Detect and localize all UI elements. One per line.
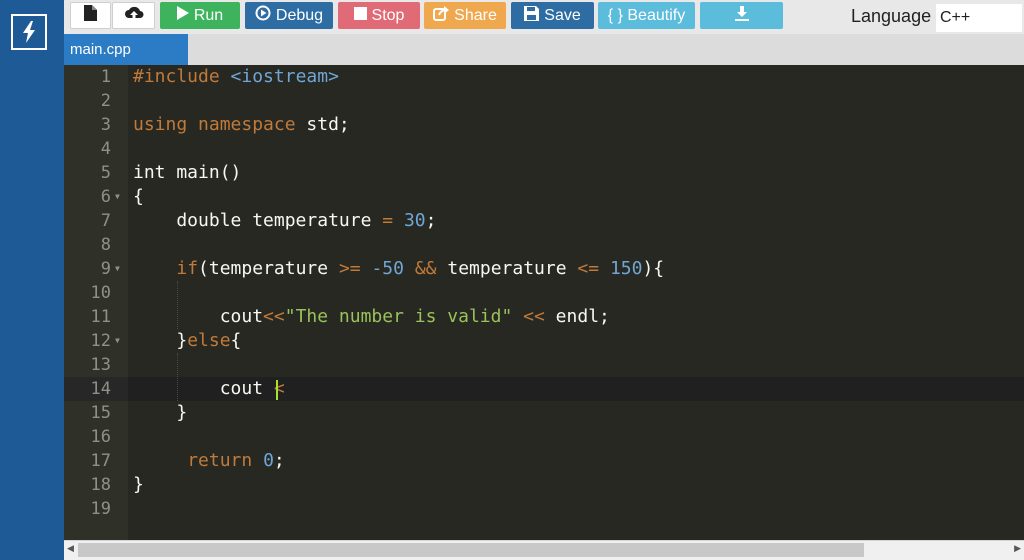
toolbar: Run Debug Stop Share Save { } Beautify L… xyxy=(64,0,1024,34)
share-icon xyxy=(433,5,450,26)
fold-arrow-icon[interactable]: ▼ xyxy=(115,329,120,353)
save-label: Save xyxy=(544,6,581,24)
code-line: if(temperature >= -50 && temperature <= … xyxy=(176,258,665,279)
scrollbar-thumb[interactable] xyxy=(78,543,864,557)
debug-icon xyxy=(255,5,271,26)
code-line: int main() xyxy=(133,162,242,183)
line-number: 17 xyxy=(90,451,111,471)
line-number: 12 xyxy=(90,331,111,351)
line-number: 3 xyxy=(100,115,111,135)
code-editor[interactable]: 1 2 3 4 5 6 7 8 9 10 11 12 13 14 15 16 1… xyxy=(64,65,1024,540)
line-number: 9 xyxy=(100,259,111,279)
left-rail xyxy=(0,0,64,560)
code-line: cout<<"The number is valid" << endl; xyxy=(133,306,610,327)
beautify-label: { } Beautify xyxy=(607,6,686,24)
fold-arrow-icon[interactable]: ▼ xyxy=(115,257,120,281)
download-icon xyxy=(734,5,749,26)
line-number: 13 xyxy=(90,355,111,375)
play-icon xyxy=(176,6,189,25)
file-tab-bar: main.cpp xyxy=(64,34,1024,65)
code-line: } xyxy=(133,402,188,423)
horizontal-scrollbar[interactable]: ◀ ▶ xyxy=(64,540,1024,560)
stop-button[interactable]: Stop xyxy=(338,2,420,29)
run-label: Run xyxy=(193,6,224,24)
stop-label: Stop xyxy=(371,6,405,24)
text-cursor xyxy=(276,380,278,400)
code-line: { xyxy=(133,186,144,207)
tab-label: main.cpp xyxy=(70,41,131,58)
line-number: 10 xyxy=(90,283,111,303)
code-line: double temperature = 30; xyxy=(133,210,437,231)
line-number: 14 xyxy=(90,379,111,399)
code-line: cout < xyxy=(133,378,285,399)
code-line: return 0; xyxy=(187,450,285,471)
scroll-left-arrow-icon[interactable]: ◀ xyxy=(67,543,74,554)
upload-button[interactable] xyxy=(112,2,155,29)
new-file-button[interactable] xyxy=(70,2,111,29)
new-file-icon xyxy=(84,5,97,26)
code-line: using namespace std; xyxy=(133,114,350,135)
upload-cloud-icon xyxy=(124,5,144,26)
code-line: }else{ xyxy=(133,330,242,351)
line-number: 1 xyxy=(100,67,111,87)
tab-main-cpp[interactable]: main.cpp xyxy=(64,34,188,65)
share-label: Share xyxy=(454,6,497,24)
save-button[interactable]: Save xyxy=(511,2,594,29)
lightning-logo-icon[interactable] xyxy=(11,14,47,50)
line-number: 11 xyxy=(90,307,111,327)
code-line: } xyxy=(133,474,144,495)
stop-icon xyxy=(353,6,367,25)
fold-arrow-icon[interactable]: ▼ xyxy=(115,185,120,209)
line-number: 7 xyxy=(100,211,111,231)
scroll-right-arrow-icon[interactable]: ▶ xyxy=(1014,543,1021,554)
debug-label: Debug xyxy=(275,6,324,24)
language-field[interactable] xyxy=(936,4,1022,32)
line-number: 15 xyxy=(90,403,111,423)
code-line: #include <iostream> xyxy=(133,66,339,87)
line-number: 2 xyxy=(100,91,111,111)
beautify-button[interactable]: { } Beautify xyxy=(598,2,695,29)
share-button[interactable]: Share xyxy=(424,2,506,29)
line-number: 5 xyxy=(100,163,111,183)
line-number: 8 xyxy=(100,235,111,255)
download-button[interactable] xyxy=(700,2,783,29)
language-label: Language xyxy=(851,6,932,26)
run-button[interactable]: Run xyxy=(160,2,240,29)
save-floppy-icon xyxy=(524,5,540,26)
line-number: 16 xyxy=(90,427,111,447)
line-number: 19 xyxy=(90,499,111,519)
line-number: 18 xyxy=(90,475,111,495)
line-number: 6 xyxy=(100,187,111,207)
debug-button[interactable]: Debug xyxy=(245,2,333,29)
line-number: 4 xyxy=(100,139,111,159)
